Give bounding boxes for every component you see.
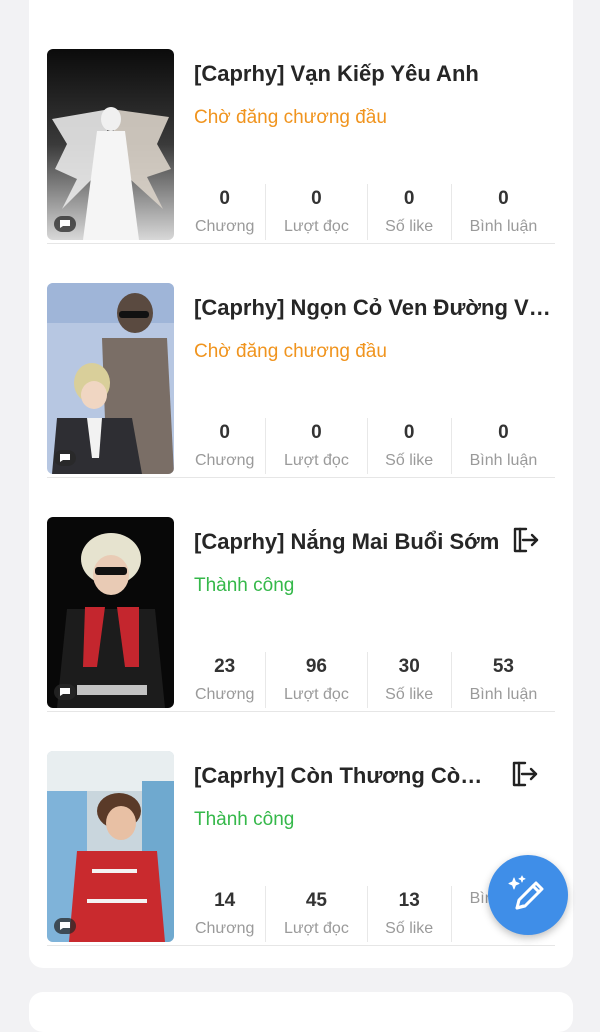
stat-value: 45 [305, 890, 327, 911]
stat-likes: 30 Số like [368, 652, 452, 708]
story-item[interactable]: [Caprhy] Vạn Kiếp Yêu Anh Chờ đăng chươn… [47, 37, 555, 244]
stat-likes: 13 Số like [368, 886, 452, 942]
chat-bubble-icon [54, 684, 76, 700]
write-story-button[interactable] [488, 855, 568, 935]
story-item[interactable]: [Caprhy] Còn Thương Còn ... Thành công 1… [47, 739, 555, 946]
stat-value: 13 [398, 890, 420, 911]
story-stats: 0 Chương 0 Lượt đọc 0 Số like 0 Bình luậ… [184, 418, 555, 474]
stat-reads: 45 Lượt đọc [266, 886, 368, 942]
stat-chapters: 0 Chương [184, 184, 267, 240]
stat-label: Chương [194, 218, 255, 235]
stat-value: 0 [219, 188, 230, 209]
status-text: Chờ đăng chương đầu [194, 107, 387, 128]
stat-reads: 0 Lượt đọc [266, 418, 368, 474]
stat-value: 0 [498, 422, 509, 443]
stat-value: 96 [305, 656, 327, 677]
story-stats: 23 Chương 96 Lượt đọc 30 Số like 53 Bình… [184, 652, 555, 708]
status-text: Thành công [194, 809, 295, 830]
status-text: Thành công [194, 575, 295, 596]
stat-label: Lượt đọc [284, 686, 349, 703]
chat-bubble-icon [54, 918, 76, 934]
story-item[interactable]: [Caprhy] Nắng Mai Buổi Sớm Thành công 23… [47, 505, 555, 712]
stat-label: Lượt đọc [284, 920, 349, 937]
stat-label: Số like [385, 920, 434, 937]
stat-value: 30 [398, 656, 420, 677]
story-title[interactable]: [Caprhy] Nắng Mai Buổi Sớm [194, 529, 499, 555]
status-text: Chờ đăng chương đầu [194, 341, 387, 362]
stat-likes: 0 Số like [368, 184, 452, 240]
stat-label: Chương [194, 452, 255, 469]
story-cover-image[interactable] [47, 517, 174, 708]
stat-label: Lượt đọc [284, 452, 349, 469]
chat-bubble-icon [54, 450, 76, 466]
story-cover-image[interactable] [47, 283, 174, 474]
story-title[interactable]: [Caprhy] Ngọn Cỏ Ven Đường Và... [194, 295, 554, 321]
stat-label: Chương [194, 920, 255, 937]
stat-value: 14 [214, 890, 236, 911]
stat-reads: 0 Lượt đọc [266, 184, 368, 240]
stat-value: 0 [403, 422, 415, 443]
stat-likes: 0 Số like [368, 418, 452, 474]
stat-comments: 53 Bình luận [452, 652, 555, 708]
chat-bubble-icon [54, 216, 76, 232]
exit-icon[interactable] [508, 759, 538, 794]
stat-value: 23 [214, 656, 236, 677]
stat-value: 0 [311, 422, 322, 443]
stat-label: Số like [385, 686, 434, 703]
stat-value: 0 [403, 188, 415, 209]
story-item[interactable]: [Caprhy] Ngọn Cỏ Ven Đường Và... Chờ đăn… [47, 271, 555, 478]
story-title-row[interactable]: [Caprhy] Nắng Mai Buổi Sớm [194, 527, 554, 557]
exit-icon[interactable] [509, 525, 539, 560]
stat-label: Số like [385, 218, 434, 235]
story-title-row[interactable]: [Caprhy] Vạn Kiếp Yêu Anh [194, 59, 554, 89]
stat-value: 0 [498, 188, 509, 209]
stat-label: Số like [385, 452, 434, 469]
stat-label: Chương [194, 686, 255, 703]
next-card [29, 992, 573, 1032]
magic-pen-icon [508, 875, 544, 910]
stat-label: Bình luận [469, 452, 538, 469]
stat-reads: 96 Lượt đọc [266, 652, 368, 708]
stat-comments: 0 Bình luận [452, 184, 555, 240]
story-title-row[interactable]: [Caprhy] Ngọn Cỏ Ven Đường Và... [194, 293, 554, 323]
stat-label: Lượt đọc [284, 218, 349, 235]
story-cover-image[interactable] [47, 49, 174, 240]
story-title[interactable]: [Caprhy] Còn Thương Còn ... [194, 763, 494, 789]
stat-chapters: 0 Chương [184, 418, 267, 474]
stat-value: 53 [492, 656, 514, 677]
stat-value: 0 [311, 188, 322, 209]
stat-comments: 0 Bình luận [452, 418, 555, 474]
story-title[interactable]: [Caprhy] Vạn Kiếp Yêu Anh [194, 61, 479, 87]
story-stats: 0 Chương 0 Lượt đọc 0 Số like 0 Bình luậ… [184, 184, 555, 240]
stat-value: 0 [219, 422, 230, 443]
stat-label: Bình luận [469, 686, 538, 703]
stat-label: Bình luận [469, 218, 538, 235]
stat-chapters: 14 Chương [184, 886, 267, 942]
story-title-row[interactable]: [Caprhy] Còn Thương Còn ... [194, 761, 554, 791]
story-cover-image[interactable] [47, 751, 174, 942]
stat-chapters: 23 Chương [184, 652, 267, 708]
